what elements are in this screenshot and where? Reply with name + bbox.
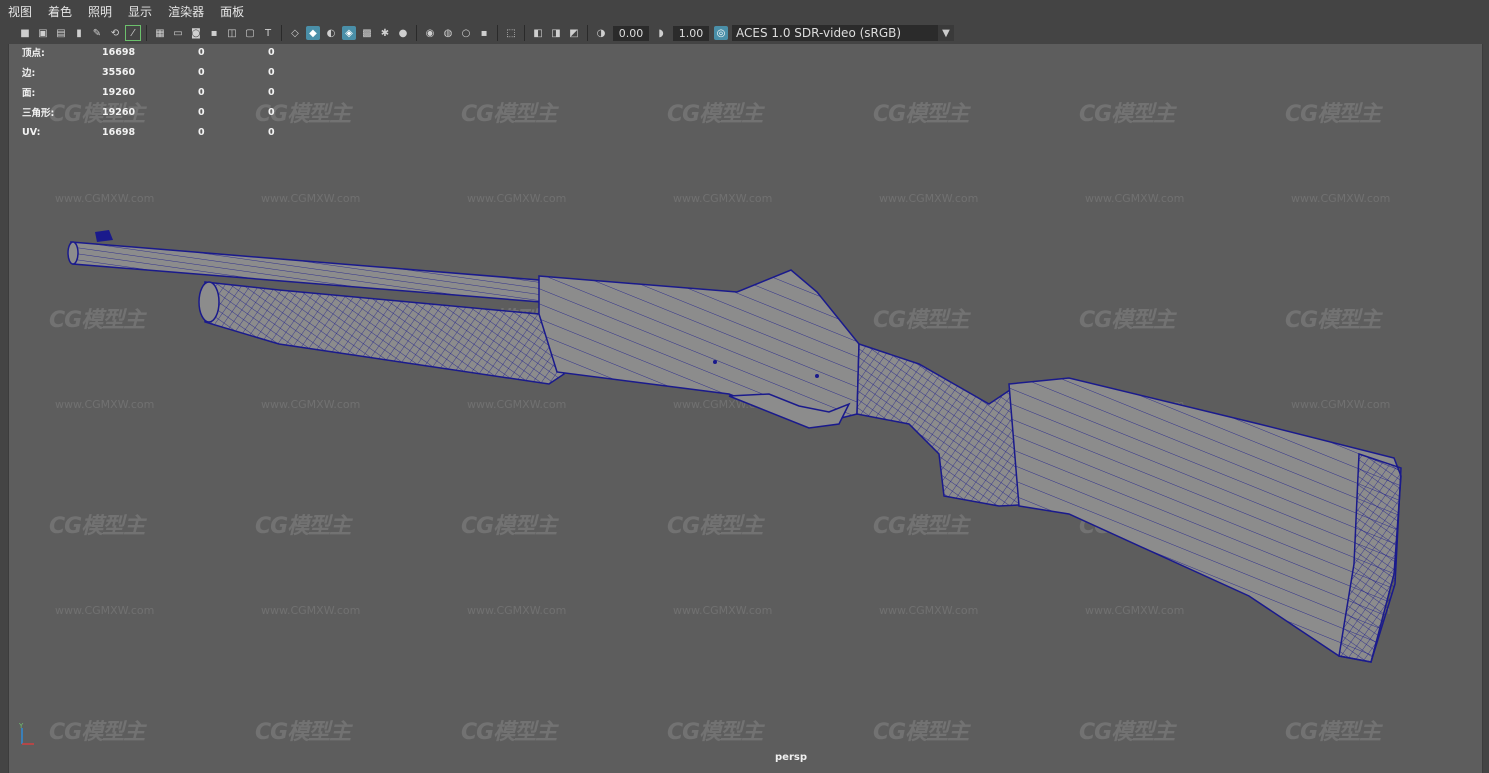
chevron-down-icon[interactable]: ▼ <box>938 25 954 41</box>
exposure-field[interactable]: 0.00 <box>613 25 649 41</box>
hud-value: 19260 <box>102 106 136 118</box>
xray-active-icon[interactable]: ◨ <box>549 26 563 40</box>
gate-mask-icon[interactable]: ▪ <box>207 26 221 40</box>
safe-action-icon[interactable]: ▢ <box>243 26 257 40</box>
pencil-icon[interactable]: ⁄ <box>125 25 141 41</box>
color-space-value: ACES 1.0 SDR-video (sRGB) <box>736 26 902 40</box>
safe-title-icon[interactable]: T <box>261 26 275 40</box>
barrel <box>67 230 542 303</box>
perspective-viewport[interactable]: CG模型主 CG模型主 CG模型主 CG模型主 CG模型主 CG模型主 CG模型主 CG模型主… <box>8 44 1483 773</box>
shotgun-wireframe-model[interactable] <box>9 44 1482 773</box>
motion-blur-icon[interactable]: ◍ <box>441 26 455 40</box>
wireframe-on-shaded-icon[interactable]: ◈ <box>342 26 356 40</box>
hud-row: 三角形: 19260 0 0 <box>22 102 308 122</box>
hud-value: 0 <box>268 106 275 118</box>
xray-joints-icon[interactable]: ◧ <box>531 26 545 40</box>
bookmark-icon[interactable]: ▤ <box>54 26 68 40</box>
hud-value: 0 <box>198 106 205 118</box>
grease-pencil-icon[interactable]: ✎ <box>90 26 104 40</box>
hud-row: 边: 35560 0 0 <box>22 62 308 82</box>
gamma-icon[interactable]: ◗ <box>654 26 668 40</box>
toolbar-divider <box>524 25 525 41</box>
toolbar-divider <box>416 25 417 41</box>
lights-icon[interactable]: ✱ <box>378 26 392 40</box>
default-material-icon[interactable]: ◐ <box>324 26 338 40</box>
hud-label: 顶点: <box>22 48 45 59</box>
gamma-field[interactable]: 1.00 <box>673 25 709 41</box>
backface-icon[interactable]: ◩ <box>567 26 581 40</box>
poly-count-hud: 顶点: 16698 0 0 边: 35560 0 0 面: 19260 0 0 三角形: 19260 0 0 U… <box>22 42 308 142</box>
shadows-icon[interactable]: ● <box>396 26 410 40</box>
toolbar-divider <box>497 25 498 41</box>
depth-of-field-icon[interactable]: ▪ <box>477 26 491 40</box>
hud-value: 0 <box>198 86 205 98</box>
color-management-icon[interactable]: ◎ <box>714 26 728 40</box>
menu-view[interactable]: 视图 <box>0 3 40 20</box>
hud-value: 0 <box>268 46 275 58</box>
hud-value: 16698 <box>102 126 136 138</box>
camera-icon[interactable]: ■ <box>18 26 32 40</box>
color-space-dropdown[interactable]: ACES 1.0 SDR-video (sRGB) ▼ <box>732 25 954 41</box>
toolbar-divider <box>281 25 282 41</box>
hud-value: 0 <box>268 86 275 98</box>
exposure-icon[interactable]: ◑ <box>594 26 608 40</box>
hud-value: 0 <box>198 126 205 138</box>
hud-label: UV: <box>22 126 41 138</box>
film-gate-icon[interactable]: ▭ <box>171 26 185 40</box>
antialias-icon[interactable]: ○ <box>459 26 473 40</box>
left-panel-edge <box>0 44 8 773</box>
camera-name-label: persp <box>775 752 807 763</box>
toolbar-divider <box>587 25 588 41</box>
svg-text:Y: Y <box>18 722 24 730</box>
hud-value: 35560 <box>102 66 136 78</box>
menu-renderer[interactable]: 渲染器 <box>160 3 212 20</box>
hud-value: 16698 <box>102 46 136 58</box>
hud-row: UV: 16698 0 0 <box>22 122 308 142</box>
xray-icon[interactable]: ▩ <box>360 26 374 40</box>
menu-bar: 视图 着色 照明 显示 渲染器 面板 <box>0 0 1489 22</box>
stock <box>1008 377 1402 663</box>
menu-lighting[interactable]: 照明 <box>80 3 120 20</box>
hud-row: 顶点: 16698 0 0 <box>22 42 308 62</box>
hud-value: 0 <box>198 46 205 58</box>
smooth-shade-icon[interactable]: ◆ <box>306 26 320 40</box>
hud-row: 面: 19260 0 0 <box>22 82 308 102</box>
view-transform-icon[interactable]: ⟲ <box>108 26 122 40</box>
menu-shading[interactable]: 着色 <box>40 3 80 20</box>
receiver <box>538 269 860 429</box>
menu-show[interactable]: 显示 <box>120 3 160 20</box>
hud-label: 面: <box>22 88 36 99</box>
axis-gizmo: Y <box>18 722 34 745</box>
hud-value: 0 <box>268 66 275 78</box>
isolate-select-icon[interactable]: ⬚ <box>504 26 518 40</box>
image-plane-icon[interactable]: ▮ <box>72 26 86 40</box>
hud-label: 边: <box>22 68 36 79</box>
hud-label: 三角形: <box>22 108 55 119</box>
camera-attr-icon[interactable]: ▣ <box>36 26 50 40</box>
resolution-gate-icon[interactable]: ◙ <box>189 26 203 40</box>
hud-value: 0 <box>198 66 205 78</box>
hud-value: 19260 <box>102 86 136 98</box>
toolbar-divider <box>146 25 147 41</box>
grid-icon[interactable]: ▦ <box>153 26 167 40</box>
hud-value: 0 <box>268 126 275 138</box>
field-chart-icon[interactable]: ◫ <box>225 26 239 40</box>
wireframe-icon[interactable]: ◇ <box>288 26 302 40</box>
ambient-occlusion-icon[interactable]: ◉ <box>423 26 437 40</box>
menu-panels[interactable]: 面板 <box>212 3 252 20</box>
